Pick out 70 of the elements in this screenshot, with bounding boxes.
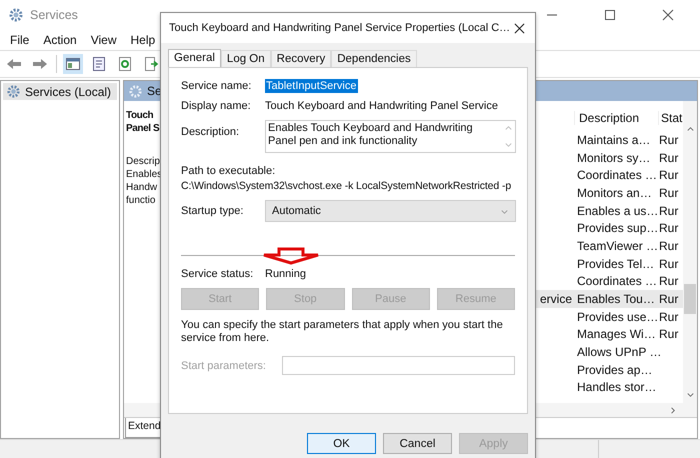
table-cell: Provides sup… (577, 221, 658, 236)
hint-text: You can specify the start parameters that apply when you start the service from here. (181, 319, 504, 345)
field-label: Service status: (181, 268, 254, 280)
gear-icon (128, 84, 143, 98)
table-cell: Enables a us… (577, 204, 658, 218)
tree-item[interactable]: Services (Local) (3, 83, 117, 100)
table-cell: Rur (659, 168, 678, 182)
table-cell: Rur (659, 274, 678, 288)
service-name-value[interactable]: TabletInputService (265, 79, 358, 93)
gear-icon (6, 84, 21, 99)
description-text: Descrip (126, 155, 161, 168)
table-cell: Handles stor… (577, 380, 656, 394)
menu-item[interactable]: File (10, 33, 30, 47)
description-text: Handw (126, 181, 158, 194)
table-cell: Monitors sy… (577, 150, 650, 165)
dialog-button[interactable]: OK (307, 433, 376, 454)
tab[interactable]: Log On (220, 50, 271, 67)
console-tree-icon[interactable] (63, 54, 83, 74)
table-cell: Coordinates … (577, 168, 658, 182)
table-cell: Rur (659, 132, 678, 147)
table-cell: Rur (659, 221, 678, 236)
table-cell: Monitors an… (577, 186, 652, 200)
table-cell: Coordinates … (577, 274, 658, 288)
table-cell: Rur (659, 256, 678, 271)
window-title: Services (30, 8, 78, 22)
display-name-value: Touch Keyboard and Handwriting Panel Service (265, 100, 499, 112)
tab[interactable]: Dependencies (331, 50, 417, 67)
field-label: Display name: (181, 100, 252, 112)
path-value: C:\Windows\System32\svchost.exe -k LocalSystemNetworkRestricted -p (181, 180, 512, 192)
arrow-icon (261, 247, 321, 265)
table-cell: Rur (659, 238, 678, 253)
service-title: Touch (126, 109, 154, 122)
table-cell: ervice (540, 292, 572, 306)
service-title: Panel S (126, 122, 160, 135)
menu-item[interactable]: Action (43, 33, 77, 47)
scroll-thumb[interactable] (684, 284, 696, 314)
table-cell: Provides Tel… (577, 256, 654, 271)
field-label: Description: (181, 125, 240, 138)
table-cell: Rur (659, 186, 678, 200)
table-cell: Maintains a… (577, 132, 650, 147)
tab[interactable]: Recovery (270, 50, 332, 67)
menu-item[interactable]: Help (130, 33, 156, 47)
column-header[interactable]: Description (574, 111, 658, 125)
table-cell: Provides use… (577, 310, 658, 324)
table-cell: Rur (659, 292, 678, 306)
table-cell: Rur (659, 150, 678, 165)
field-label: Service name: (181, 80, 252, 92)
vertical-scrollbar[interactable] (683, 101, 697, 403)
dialog-title: Touch Keyboard and Handwriting Panel Service Properties (Local C… (169, 22, 512, 34)
field-label: Start parameters: (181, 360, 267, 372)
table-cell: TeamViewer … (577, 238, 658, 253)
table-cell: Allows UPnP … (577, 345, 662, 360)
tab[interactable]: General (168, 49, 221, 68)
table-cell: Enables Tou… (577, 292, 655, 306)
menu-item[interactable]: View (90, 33, 116, 47)
gear-icon (8, 7, 24, 23)
dialog-button[interactable]: Cancel (383, 433, 452, 454)
field-label: Startup type: (181, 205, 244, 217)
table-cell: Rur (659, 310, 678, 324)
startup-type-dropdown[interactable]: Automatic (265, 200, 516, 222)
close-icon[interactable] (662, 9, 674, 21)
table-cell: Rur (659, 327, 678, 342)
field-label: Path to executable: (181, 165, 276, 177)
table-cell: Rur (659, 204, 678, 218)
description-text: functio (126, 194, 156, 207)
maximize-icon[interactable] (604, 9, 616, 21)
service-status-value: Running (265, 268, 307, 280)
table-cell: Provides ap… (577, 362, 652, 377)
close-icon[interactable] (514, 22, 525, 34)
table-cell: Manages Wi… (577, 327, 656, 342)
